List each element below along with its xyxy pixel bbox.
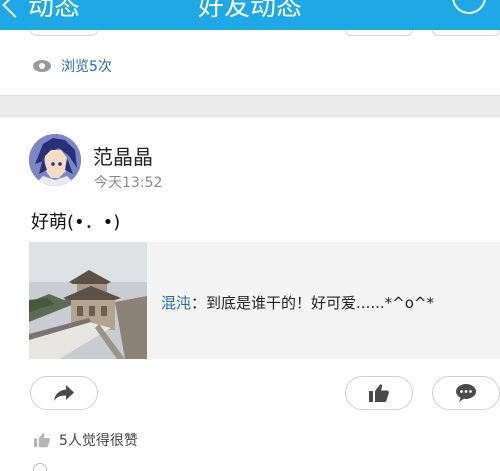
views-text: 浏览5次 bbox=[61, 59, 112, 75]
speech-bubble-icon bbox=[456, 384, 476, 402]
shared-photo bbox=[29, 242, 147, 359]
previous-like-button[interactable] bbox=[345, 30, 413, 36]
previous-share-button[interactable] bbox=[30, 30, 98, 36]
comment-text: 到底是谁干的！好可爱......*^o^* bbox=[206, 294, 434, 312]
comment-button[interactable] bbox=[432, 376, 500, 410]
like-button[interactable] bbox=[345, 376, 413, 410]
comment-separator: ： bbox=[191, 294, 207, 312]
top-bar: 动态 好友动态 bbox=[0, 0, 500, 30]
likes-summary[interactable]: 5人觉得很赞 bbox=[33, 430, 138, 450]
author-name[interactable]: 范晶晶 bbox=[93, 141, 153, 170]
page-title: 好友动态 bbox=[197, 0, 302, 22]
commenter-name[interactable]: 混沌 bbox=[161, 294, 191, 312]
previous-comment-button[interactable] bbox=[432, 30, 500, 36]
next-row-icon bbox=[33, 463, 47, 471]
shared-content-card[interactable]: 混沌：到底是谁干的！好可爱......*^o^* bbox=[29, 242, 500, 359]
post-separator bbox=[0, 95, 500, 117]
share-arrow-icon bbox=[54, 385, 74, 401]
previous-post: 浏览5次 bbox=[0, 30, 500, 95]
thumbs-up-icon bbox=[34, 433, 50, 448]
thumbs-up-icon bbox=[369, 384, 389, 402]
share-button[interactable] bbox=[30, 376, 98, 410]
avatar-image bbox=[29, 134, 81, 186]
likes-text: 5人觉得很赞 bbox=[59, 433, 138, 449]
shared-comment: 混沌：到底是谁干的！好可爱......*^o^* bbox=[161, 292, 434, 313]
eye-icon bbox=[33, 60, 51, 72]
post-content: 好萌(•．•) bbox=[31, 212, 121, 233]
views-count: 浏览5次 bbox=[33, 56, 112, 76]
avatar[interactable] bbox=[29, 134, 81, 186]
post-time: 今天13:52 bbox=[94, 175, 163, 191]
